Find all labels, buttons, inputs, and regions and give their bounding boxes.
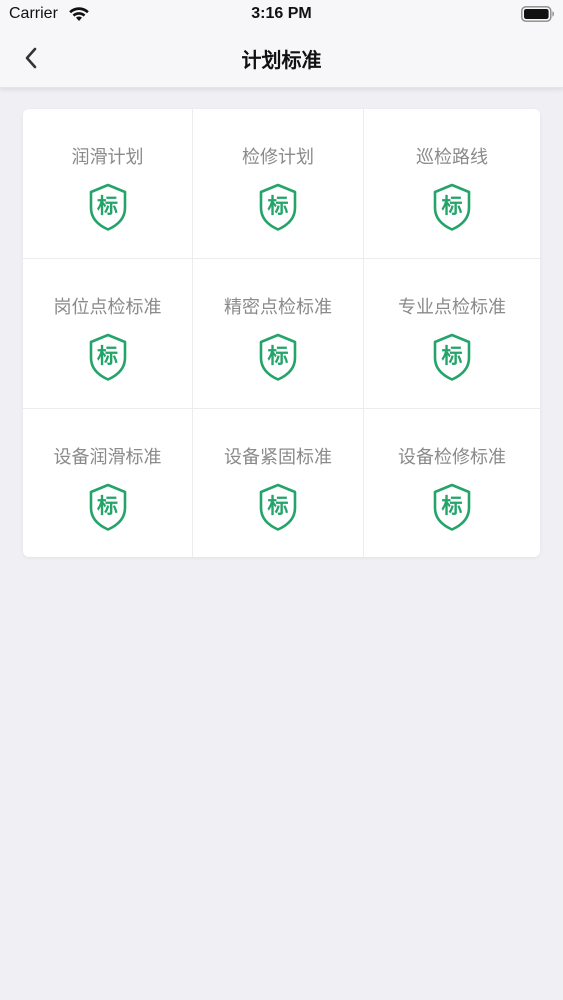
grid-item-label: 润滑计划: [71, 147, 144, 168]
grid-item[interactable]: 设备检修标准 标: [364, 409, 540, 557]
grid-item-label: 巡检路线: [416, 147, 488, 168]
badge: 标: [258, 183, 298, 231]
badge-text: 标: [441, 344, 463, 368]
grid-item-label: 岗位点检标准: [53, 297, 162, 318]
badge-text: 标: [441, 494, 463, 518]
status-time: 3:16 PM: [251, 5, 312, 22]
badge: 标: [88, 483, 128, 531]
standards-grid-card: 润滑计划 标 检修计划 标 巡检路线 标 岗位点检标准 标 精密点检标准 标 专…: [23, 109, 540, 557]
badge: 标: [88, 333, 128, 381]
grid-item[interactable]: 设备润滑标准 标: [23, 409, 193, 557]
grid-item[interactable]: 专业点检标准 标: [364, 259, 540, 409]
grid-item[interactable]: 润滑计划 标: [23, 109, 193, 259]
badge-text: 标: [267, 494, 289, 518]
grid-item-label: 检修计划: [242, 147, 314, 168]
grid-item-label: 设备检修标准: [398, 447, 506, 468]
grid-item-label: 专业点检标准: [398, 297, 506, 318]
standards-grid: 润滑计划 标 检修计划 标 巡检路线 标 岗位点检标准 标 精密点检标准 标 专…: [23, 109, 540, 557]
grid-item[interactable]: 岗位点检标准 标: [23, 259, 193, 409]
badge: 标: [88, 183, 128, 231]
badge: 标: [258, 483, 298, 531]
grid-item[interactable]: 检修计划 标: [193, 109, 364, 259]
grid-item[interactable]: 巡检路线 标: [364, 109, 540, 259]
badge-text: 标: [267, 194, 289, 218]
badge-text: 标: [97, 194, 118, 218]
badge-text: 标: [97, 344, 118, 368]
badge: 标: [258, 333, 298, 381]
page-title: 计划标准: [241, 48, 322, 72]
grid-item-label: 精密点检标准: [224, 297, 332, 318]
badge-text: 标: [441, 194, 463, 218]
badge-text: 标: [97, 494, 118, 518]
badge: 标: [432, 483, 472, 531]
status-bar: Carrier 3:16 PM: [0, 0, 563, 28]
badge: 标: [432, 333, 472, 381]
grid-item[interactable]: 设备紧固标准 标: [193, 409, 364, 557]
grid-item[interactable]: 精密点检标准 标: [193, 259, 364, 409]
badge-text: 标: [267, 344, 289, 368]
grid-item-label: 设备紧固标准: [224, 447, 332, 468]
battery-icon: [521, 6, 554, 22]
badge: 标: [432, 183, 472, 231]
navigation-bar: 计划标准: [0, 28, 563, 88]
grid-item-label: 设备润滑标准: [53, 447, 162, 468]
